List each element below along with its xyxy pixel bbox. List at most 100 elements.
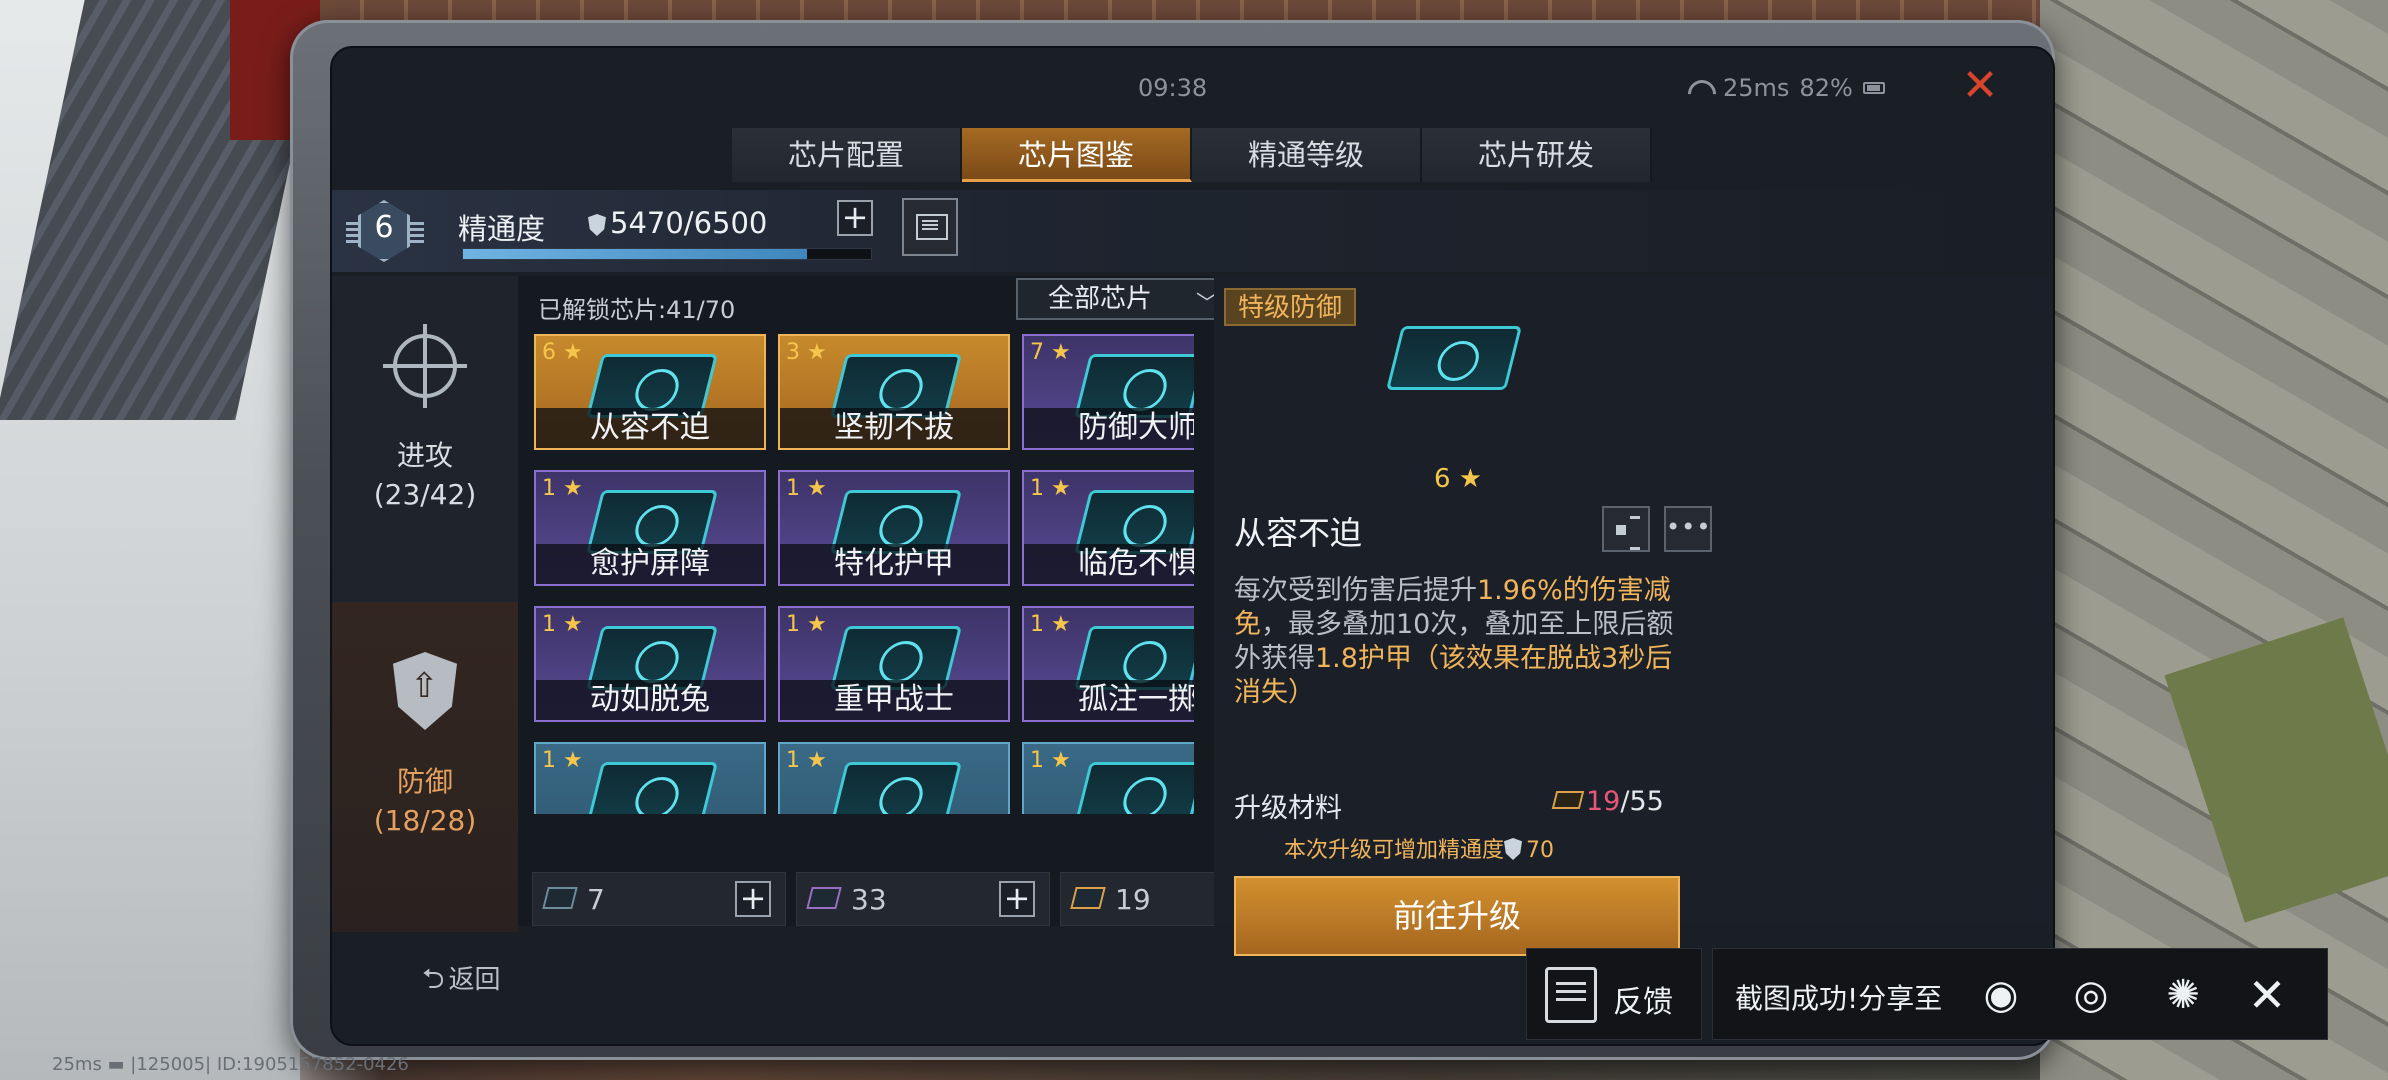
- close-icon[interactable]: ✕: [2241, 971, 2293, 1019]
- chip-card[interactable]: 1 ★: [534, 742, 766, 814]
- star-icon: ★: [556, 748, 583, 773]
- upgrade-mastery-note: 本次升级可增加精通度 70: [1284, 832, 1554, 864]
- close-icon[interactable]: ✕: [1960, 64, 2000, 108]
- mastery-details-button[interactable]: [902, 198, 958, 256]
- star-icon: ★: [556, 340, 583, 365]
- status-indicators: 25ms 82%: [1687, 74, 1885, 102]
- chip-star-count: 1: [786, 748, 800, 773]
- tab-chip-config[interactable]: 芯片配置: [732, 128, 962, 182]
- material-add-button[interactable]: +: [999, 881, 1035, 917]
- aperture-icon[interactable]: ✺: [2157, 971, 2209, 1019]
- category-sidebar: 进攻 (23/42) 防御 (18/28): [332, 276, 518, 932]
- mastery-value-wrap: 5470/6500: [588, 206, 767, 240]
- chip-stars: 1 ★: [1030, 612, 1071, 637]
- debug-info: 25ms ▬ |125005| ID:1905157852-0426: [52, 1054, 409, 1075]
- mastery-shield-icon: [588, 214, 606, 236]
- upgrade-material-label: 升级材料: [1234, 793, 1342, 824]
- material-chip-icon: [806, 887, 842, 909]
- chip-tree-button[interactable]: [1602, 506, 1650, 552]
- chip-stars: 1 ★: [786, 612, 827, 637]
- weibo-icon[interactable]: ◉: [1975, 971, 2027, 1019]
- tablet-screen: 09:38 25ms 82% ✕ 芯片配置 芯片图鉴 精通等级 芯片研发 6 精…: [330, 46, 2055, 1046]
- chip-name: 防御大师: [1024, 408, 1194, 448]
- chip-star-count: 1: [1030, 476, 1044, 501]
- material-count: 33: [851, 883, 887, 916]
- chip-star-count: 1: [542, 612, 556, 637]
- status-bar: 09:38 25ms 82% ✕: [332, 48, 2053, 136]
- category-attack-name: 进攻: [396, 439, 453, 472]
- chip-card[interactable]: 1 ★: [778, 742, 1010, 814]
- feedback-label: 反馈: [1613, 985, 1673, 1020]
- chip-star-count: 6: [1434, 464, 1451, 494]
- category-defense-name: 防御: [396, 765, 453, 798]
- chip-grid: 6 ★从容不迫3 ★坚韧不拔7 ★防御大师3 ★近程防御1 ★愈护屏障1 ★特化…: [534, 334, 1194, 814]
- tab-bar: 芯片配置 芯片图鉴 精通等级 芯片研发: [732, 128, 1652, 182]
- chip-name: 从容不迫: [1234, 514, 1363, 552]
- chip-card[interactable]: 7 ★ 防御大师: [1022, 334, 1194, 450]
- chip-name: 临危不惧: [1024, 544, 1194, 584]
- star-icon: ★: [1044, 612, 1071, 637]
- chip-star-count: 1: [542, 748, 556, 773]
- mastery-level-number: 6: [374, 210, 394, 245]
- wifi-icon: [1687, 78, 1713, 98]
- shield-icon: [393, 652, 457, 730]
- material-counter-blue: 7 +: [532, 872, 786, 926]
- material-need: /55: [1620, 786, 1664, 817]
- chip-card[interactable]: 3 ★ 坚韧不拔: [778, 334, 1010, 450]
- chip-detail-panel: 特级防御 6 ★ 从容不迫 ••• 每次受到伤害后提升1.96%的伤害减免，最多…: [1214, 276, 2053, 956]
- mastery-add-button[interactable]: +: [837, 200, 873, 236]
- category-attack-count: (23/42): [373, 478, 477, 511]
- chip-stars: 1 ★: [786, 476, 827, 501]
- crosshair-icon: [383, 324, 467, 408]
- tab-chip-catalog[interactable]: 芯片图鉴: [962, 128, 1192, 182]
- chip-star-count: 7: [1030, 340, 1044, 365]
- share-text: 截图成功!分享至: [1735, 982, 1943, 1015]
- chip-filter-value: 全部芯片: [1048, 284, 1153, 314]
- tab-chip-research[interactable]: 芯片研发: [1422, 128, 1652, 182]
- wechat-icon[interactable]: ◎: [2065, 971, 2117, 1019]
- category-defense[interactable]: 防御 (18/28): [332, 602, 518, 932]
- back-button[interactable]: ⮌ 返回: [422, 958, 500, 1006]
- go-upgrade-button[interactable]: 前往升级: [1234, 876, 1680, 956]
- chip-card[interactable]: 1 ★ 特化护甲: [778, 470, 1010, 586]
- chip-card-icon: [586, 762, 718, 814]
- star-icon: ★: [800, 476, 827, 501]
- chip-star-count: 1: [1030, 612, 1044, 637]
- chip-card-icon: [1074, 762, 1194, 814]
- upgrade-note-value: 70: [1526, 838, 1555, 863]
- star-icon: ★: [1044, 476, 1071, 501]
- more-options-icon[interactable]: •••: [1664, 506, 1712, 552]
- upgrade-material-count: 19/55: [1551, 786, 1664, 817]
- star-icon: ★: [1044, 340, 1071, 365]
- category-attack[interactable]: 进攻 (23/42): [332, 276, 518, 606]
- material-add-button[interactable]: +: [735, 881, 771, 917]
- chip-star-count: 6: [542, 340, 556, 365]
- chip-star-count: 1: [542, 476, 556, 501]
- share-bar: 截图成功!分享至 ◉ ◎ ✺ ✕: [1712, 948, 2328, 1040]
- mastery-level-badge: 6: [346, 196, 424, 272]
- chip-stars: 1 ★: [542, 476, 583, 501]
- star-icon: ★: [556, 612, 583, 637]
- chip-stars: 1 ★: [542, 612, 583, 637]
- chip-card[interactable]: 1 ★ 动如脱兔: [534, 606, 766, 722]
- chip-card[interactable]: 1 ★ 愈护屏障: [534, 470, 766, 586]
- chip-name: 特化护甲: [780, 544, 1008, 584]
- background-ground: [2040, 0, 2388, 1080]
- tab-mastery-level[interactable]: 精通等级: [1192, 128, 1422, 182]
- chip-card[interactable]: 1 ★ 重甲战士: [778, 606, 1010, 722]
- star-icon: ★: [800, 340, 827, 365]
- chip-name: 重甲战士: [780, 680, 1008, 720]
- chip-star-count: 1: [1030, 748, 1044, 773]
- feedback-button[interactable]: 反馈: [1526, 948, 1702, 1040]
- chip-filter-dropdown[interactable]: 全部芯片 ﹀: [1016, 278, 1234, 320]
- material-count: 19: [1115, 883, 1151, 916]
- chip-description: 每次受到伤害后提升1.96%的伤害减免，最多叠加10次，叠加至上限后额外获得1.…: [1234, 574, 1694, 710]
- chip-card[interactable]: 6 ★ 从容不迫: [534, 334, 766, 450]
- chip-card[interactable]: 1 ★: [1022, 742, 1194, 814]
- chip-card[interactable]: 1 ★ 临危不惧: [1022, 470, 1194, 586]
- clipboard-icon: [1545, 967, 1597, 1023]
- chip-card[interactable]: 1 ★ 孤注一掷: [1022, 606, 1194, 722]
- back-arrow-icon: ⮌: [422, 962, 445, 995]
- mastery-label: 精通度: [458, 212, 546, 246]
- mastery-progress-fill: [463, 249, 807, 259]
